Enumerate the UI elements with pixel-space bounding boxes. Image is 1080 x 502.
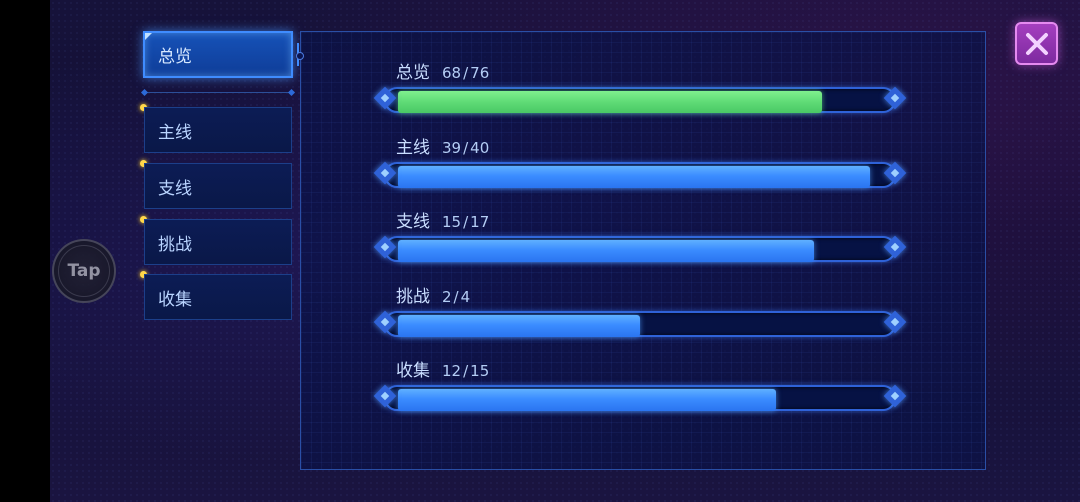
- progress-category: 挑战: [396, 287, 430, 307]
- tab-collection[interactable]: 收集: [144, 274, 292, 320]
- tab-label: 挑战: [158, 234, 192, 255]
- progress-row-label: 收集 12 / 15: [396, 356, 489, 381]
- progress-category: 收集: [396, 361, 430, 381]
- progress-row-label: 总览 68 / 76: [396, 58, 489, 83]
- close-button[interactable]: [1015, 22, 1058, 65]
- panel-connector: [296, 52, 304, 60]
- progress-separator: /: [463, 64, 469, 82]
- tab-label: 支线: [158, 178, 192, 199]
- progress-separator: /: [463, 362, 469, 380]
- tab-main-quest[interactable]: 主线: [144, 107, 292, 153]
- progress-category: 支线: [396, 212, 430, 232]
- progress-count: 2 / 4: [442, 288, 470, 306]
- progress-separator: /: [453, 288, 459, 306]
- progress-total: 76: [470, 64, 490, 82]
- progress-total: 15: [470, 362, 490, 380]
- progress-total: 40: [470, 139, 490, 157]
- progress-row-label: 支线 15 / 17: [396, 207, 489, 232]
- tab-challenge[interactable]: 挑战: [144, 219, 292, 265]
- close-icon: [1025, 32, 1048, 55]
- progress-row-label: 挑战 2 / 4: [396, 282, 470, 307]
- progress-bar: [373, 309, 907, 339]
- progress-row-label: 主线 39 / 40: [396, 133, 489, 158]
- progress-current: 2: [442, 288, 452, 306]
- progress-bar: [373, 85, 907, 115]
- progress-current: 39: [442, 139, 462, 157]
- progress-current: 15: [442, 213, 462, 231]
- progress-count: 12 / 15: [442, 362, 489, 380]
- progress-bar-fill: [398, 91, 822, 113]
- progress-count: 15 / 17: [442, 213, 489, 231]
- tab-label: 收集: [158, 289, 192, 310]
- tab-label: 主线: [158, 122, 192, 143]
- progress-bar: [373, 383, 907, 413]
- progress-bar: [373, 160, 907, 190]
- game-screen: Tap 总览 主线 支线 挑战 收集 总览 68 / 76 主线 39 / 40…: [0, 0, 1080, 502]
- progress-bar-fill: [398, 166, 870, 188]
- tab-label: 总览: [158, 47, 192, 67]
- progress-count: 39 / 40: [442, 139, 489, 157]
- progress-category: 总览: [396, 63, 430, 83]
- progress-current: 68: [442, 64, 462, 82]
- progress-category: 主线: [396, 138, 430, 158]
- progress-bar-fill: [398, 315, 640, 337]
- tap-button[interactable]: Tap: [52, 239, 116, 303]
- progress-total: 17: [470, 213, 490, 231]
- progress-bar-fill: [398, 240, 814, 262]
- progress-count: 68 / 76: [442, 64, 489, 82]
- progress-separator: /: [463, 213, 469, 231]
- progress-bar: [373, 234, 907, 264]
- progress-separator: /: [463, 139, 469, 157]
- progress-bar-fill: [398, 389, 776, 411]
- tab-overview[interactable]: 总览: [143, 31, 299, 78]
- progress-current: 12: [442, 362, 462, 380]
- tap-button-label: Tap: [67, 261, 101, 281]
- tab-side-quest[interactable]: 支线: [144, 163, 292, 209]
- progress-total: 4: [460, 288, 471, 306]
- tab-divider: [144, 92, 292, 93]
